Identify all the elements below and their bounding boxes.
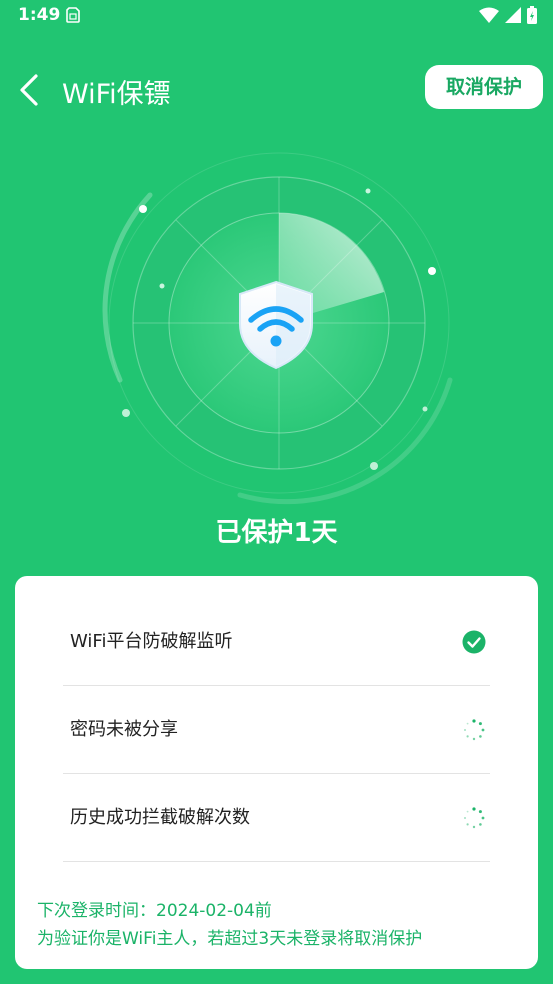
cell-signal-icon (505, 7, 521, 23)
protection-status-title: 已保护1天 (215, 518, 338, 548)
loading-spinner-icon (464, 719, 485, 741)
sim-card-icon (66, 7, 80, 23)
wifi-shield-icon (239, 280, 313, 370)
check-label: 密码未被分享 (70, 719, 178, 740)
protection-warning-note: 为验证你是WiFi主人，若超过3天未登录将取消保护 (37, 929, 423, 949)
check-row-anti-crack: WiFi平台防破解监听 (63, 598, 490, 686)
check-row-intercept-count: 历史成功拦截破解次数 (63, 774, 490, 862)
cancel-protection-button[interactable]: 取消保护 (425, 65, 543, 109)
loading-spinner-icon (464, 807, 485, 829)
battery-icon (527, 6, 537, 24)
screen: 1:49 WiFi保镖 取消保护 已保护1天 WiFi平台防破解监听 密码未被分… (0, 0, 553, 984)
status-icons (479, 6, 537, 24)
next-login-note: 下次登录时间：2024-02-04前 (37, 901, 272, 921)
page-title: WiFi保镖 (62, 79, 171, 110)
back-button[interactable] (14, 70, 46, 110)
status-bar: 1:49 (0, 0, 553, 30)
check-row-password-share: 密码未被分享 (63, 686, 490, 774)
check-done-icon (462, 630, 486, 654)
check-label: 历史成功拦截破解次数 (70, 807, 250, 828)
status-time: 1:49 (18, 5, 61, 25)
wifi-signal-icon (479, 7, 499, 23)
protection-card: WiFi平台防破解监听 密码未被分享 历史成功拦截破解次数 下次登录时间：202… (15, 576, 538, 969)
check-label: WiFi平台防破解监听 (70, 631, 233, 652)
